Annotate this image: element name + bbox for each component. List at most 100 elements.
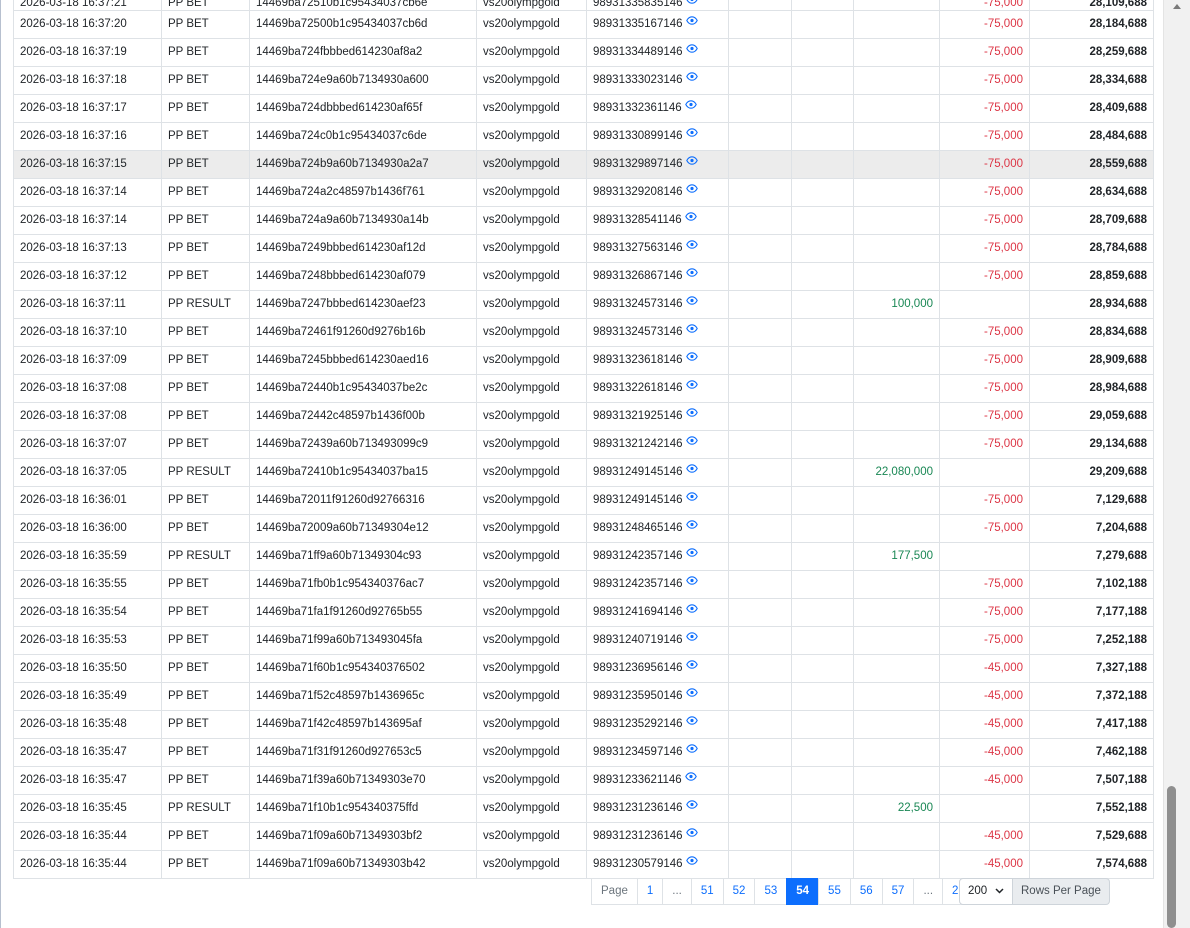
eye-icon[interactable] (685, 264, 698, 289)
eye-icon[interactable] (685, 12, 698, 37)
cell-time: 2026-03-18 16:37:21 (13, 0, 162, 11)
page-button-57[interactable]: 57 (881, 878, 915, 905)
scroll-up-arrow-icon[interactable] (1173, 4, 1181, 9)
eye-icon[interactable] (685, 572, 698, 597)
cell-time: 2026-03-18 16:37:17 (13, 94, 162, 123)
table-row: 2026-03-18 16:37:19 PP BET 14469ba724fbbbe… (13, 38, 1154, 67)
rows-per-page-control: 200 Rows Per Page (959, 878, 1110, 905)
eye-icon[interactable] (685, 348, 698, 373)
cell-empty (728, 0, 792, 11)
cell-game: vs20olympgold (476, 38, 587, 67)
round-id-text: 98931329208146 (593, 186, 683, 198)
cell-balance: 7,372,188 (1029, 682, 1154, 711)
eye-icon[interactable] (685, 712, 698, 737)
table-row: 2026-03-18 16:35:44 PP BET 14469ba71f09a60… (13, 850, 1154, 879)
round-id-text: 98931234597146 (593, 746, 683, 758)
cell-transaction-id: 14469ba71f09a60b71349303b42 (249, 850, 477, 879)
eye-icon[interactable] (685, 152, 698, 177)
cell-round-id: 98931249145146 (586, 458, 729, 487)
cell-credit (853, 710, 940, 739)
eye-icon[interactable] (685, 376, 698, 401)
eye-icon[interactable] (685, 852, 698, 877)
rows-per-page-select[interactable]: 200 (959, 878, 1013, 905)
cell-empty (728, 682, 792, 711)
cell-round-id: 98931333023146 (586, 66, 729, 95)
eye-icon[interactable] (685, 40, 698, 65)
round-id-text: 98931323618146 (593, 354, 683, 366)
eye-icon[interactable] (685, 236, 698, 261)
cell-game: vs20olympgold (476, 262, 587, 291)
eye-icon[interactable] (685, 68, 698, 93)
page-button-54[interactable]: 54 (786, 878, 820, 905)
eye-icon[interactable] (685, 488, 698, 513)
round-id-text: 98931329897146 (593, 158, 683, 170)
page-button-51[interactable]: 51 (690, 878, 724, 905)
cell-empty (728, 458, 792, 487)
cell-credit (853, 38, 940, 67)
cell-game: vs20olympgold (476, 626, 587, 655)
page-button-56[interactable]: 56 (849, 878, 883, 905)
eye-icon[interactable] (685, 684, 698, 709)
cell-round-id: 98931233621146 (586, 766, 729, 795)
cell-round-id: 98931324573146 (586, 318, 729, 347)
vertical-scrollbar[interactable] (1163, 0, 1190, 928)
table-row: 2026-03-18 16:37:07 PP BET 14469ba72439a60… (13, 430, 1154, 459)
eye-icon[interactable] (684, 768, 697, 793)
cell-credit (853, 206, 940, 235)
cell-empty (791, 850, 854, 879)
eye-icon[interactable] (685, 320, 698, 345)
round-id-text: 98931233621146 (593, 774, 682, 786)
page-button-1[interactable]: 1 (636, 878, 664, 905)
cell-round-id: 98931327563146 (586, 234, 729, 263)
cell-debit: -45,000 (939, 738, 1030, 767)
cell-debit: -75,000 (939, 150, 1030, 179)
cell-balance: 28,634,688 (1029, 178, 1154, 207)
cell-transaction-id: 14469ba7248bbbed614230af079 (249, 262, 477, 291)
cell-time: 2026-03-18 16:37:13 (13, 234, 162, 263)
cell-balance: 28,334,688 (1029, 66, 1154, 95)
cell-time: 2026-03-18 16:37:14 (13, 206, 162, 235)
page-button-53[interactable]: 53 (754, 878, 788, 905)
scrollbar-thumb[interactable] (1167, 786, 1176, 928)
cell-type: PP BET (161, 374, 250, 403)
eye-icon[interactable] (685, 404, 698, 429)
eye-icon[interactable] (685, 180, 698, 205)
page-button-52[interactable]: 52 (722, 878, 756, 905)
table-row: 2026-03-18 16:35:48 PP BET 14469ba71f42c48… (13, 710, 1154, 739)
cell-time: 2026-03-18 16:37:12 (13, 262, 162, 291)
eye-icon[interactable] (685, 544, 698, 569)
eye-icon[interactable] (685, 460, 698, 485)
eye-icon[interactable] (685, 628, 698, 653)
eye-icon[interactable] (685, 600, 698, 625)
cell-time: 2026-03-18 16:35:53 (13, 626, 162, 655)
eye-icon[interactable] (685, 656, 698, 681)
eye-icon[interactable] (685, 124, 698, 149)
page-button-55[interactable]: 55 (818, 878, 851, 905)
eye-icon[interactable] (684, 96, 697, 121)
cell-empty (791, 262, 854, 291)
cell-balance: 28,784,688 (1029, 234, 1154, 263)
cell-debit: -75,000 (939, 38, 1030, 67)
eye-icon[interactable] (685, 432, 698, 457)
eye-icon[interactable] (685, 740, 698, 765)
cell-debit: -45,000 (939, 682, 1030, 711)
cell-empty (728, 150, 792, 179)
eye-icon[interactable] (685, 796, 698, 821)
cell-time: 2026-03-18 16:37:14 (13, 178, 162, 207)
eye-icon[interactable] (684, 208, 697, 233)
eye-icon[interactable] (685, 824, 698, 849)
cell-round-id: 98931240719146 (586, 626, 729, 655)
cell-debit: -75,000 (939, 626, 1030, 655)
cell-game: vs20olympgold (476, 766, 587, 795)
cell-empty (728, 766, 792, 795)
cell-type: PP BET (161, 514, 250, 543)
pagination-label: Page (591, 878, 638, 905)
cell-balance: 7,177,188 (1029, 598, 1154, 627)
eye-icon[interactable] (685, 292, 698, 317)
eye-icon[interactable] (685, 0, 698, 8)
cell-time: 2026-03-18 16:35:59 (13, 542, 162, 571)
table-row: 2026-03-18 16:37:12 PP BET 14469ba7248bbbe… (13, 262, 1154, 291)
cell-debit: -75,000 (939, 0, 1030, 11)
round-id-text: 98931248465146 (593, 522, 683, 534)
eye-icon[interactable] (685, 516, 698, 541)
